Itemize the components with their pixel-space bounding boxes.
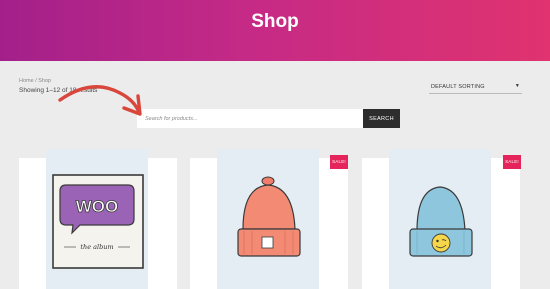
product-image[interactable]: [389, 149, 491, 289]
product-image[interactable]: WOO the album: [46, 149, 148, 289]
woo-album-cover-icon: WOO the album: [52, 174, 144, 269]
page-header: Shop: [0, 0, 550, 61]
sale-badge: SALE!: [503, 155, 521, 169]
page-title: Shop: [251, 11, 299, 32]
blue-beanie-icon: [409, 186, 473, 257]
product-image[interactable]: [217, 149, 319, 289]
album-logo-text: WOO: [76, 197, 119, 216]
search-button[interactable]: SEARCH: [363, 109, 400, 128]
sale-badge: SALE!: [330, 155, 348, 169]
sorting-selected-label: DEFAULT SORTING: [431, 84, 485, 90]
result-count: Showing 1–12 of 18 results: [19, 87, 98, 94]
search-input[interactable]: [137, 109, 363, 128]
sorting-select[interactable]: DEFAULT SORTING ▼: [429, 82, 522, 94]
orange-beanie-icon: [237, 176, 301, 257]
breadcrumb[interactable]: Home / Shop: [19, 78, 51, 84]
chevron-down-icon: ▼: [514, 83, 520, 89]
album-subtitle-text: the album: [80, 243, 113, 251]
